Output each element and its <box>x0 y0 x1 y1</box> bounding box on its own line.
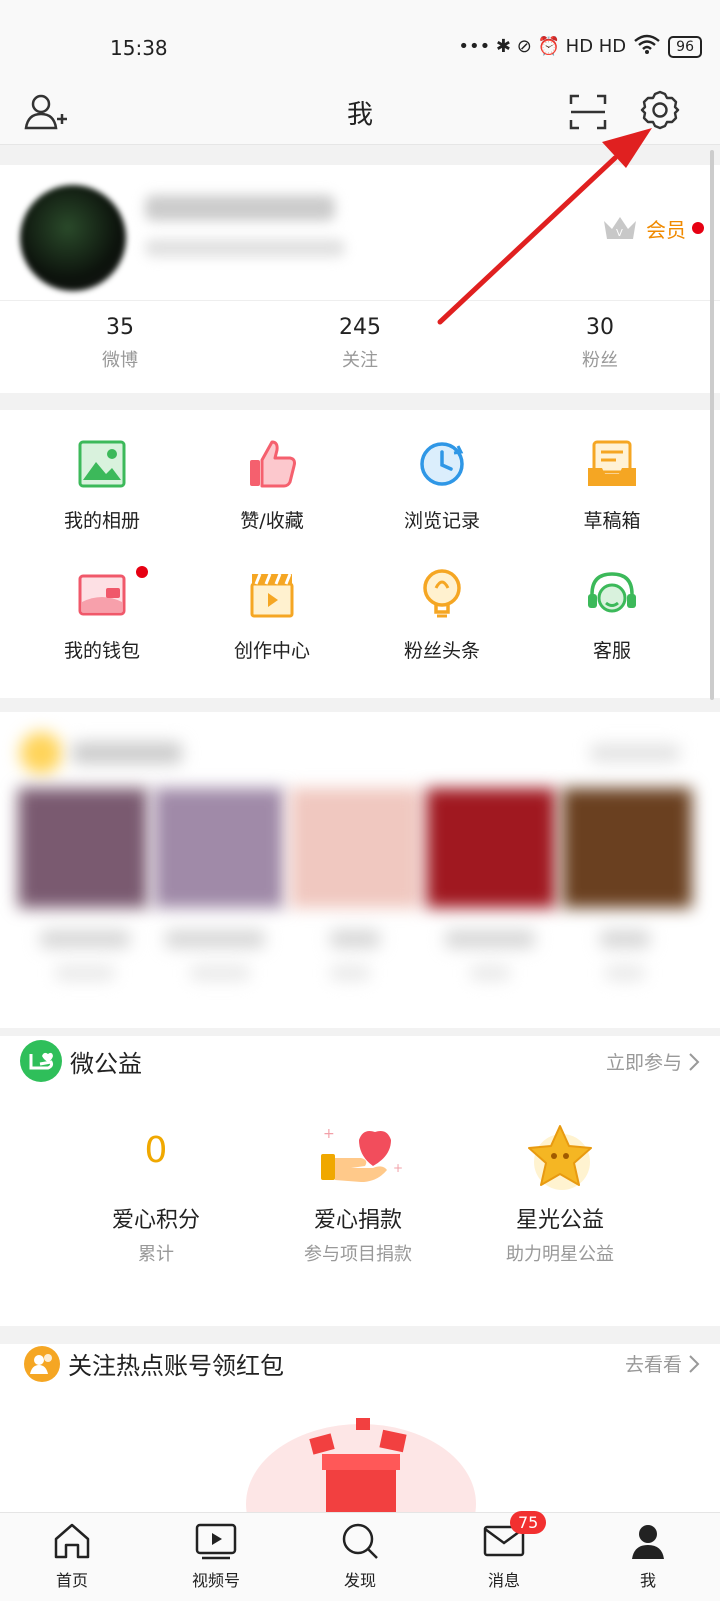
grid-label: 赞/收藏 <box>240 510 304 532</box>
charity-item-sub: 参与项目捐款 <box>304 1244 412 1265</box>
charity-item-title: 爱心捐款 <box>313 1208 402 1233</box>
red-packet-link-label: 去看看 <box>624 1354 682 1376</box>
user-bio-blurred <box>145 239 345 257</box>
settings-gear-icon[interactable] <box>636 86 684 134</box>
charity-logo-icon <box>20 1040 62 1082</box>
grid-item-history[interactable]: 浏览记录 <box>352 436 532 533</box>
charity-star[interactable]: 星光公益 助力明星公益 <box>460 1118 660 1266</box>
grid-item-fan-headline[interactable]: 粉丝头条 <box>352 566 532 663</box>
search-icon <box>342 1523 378 1559</box>
stats-row: 35 微博 245 关注 30 粉丝 <box>0 300 720 393</box>
grid-item-album[interactable]: 我的相册 <box>12 436 192 533</box>
charity-item-title: 星光公益 <box>515 1208 604 1233</box>
vip-label: 会员 <box>646 217 686 242</box>
clapperboard-icon <box>244 566 300 622</box>
charity-card: 微公益 立即参与 0 爱心积分 累计 + + 爱心捐款 参与项目捐款 星光公益 助… <box>0 1036 720 1326</box>
stat-number: 245 <box>339 315 381 340</box>
feature-grid: 我的相册 赞/收藏 浏览记录 草稿箱 我的钱包 创作中心 粉丝头条 客服 <box>0 410 720 698</box>
grid-label: 我的钱包 <box>63 640 140 662</box>
stat-following[interactable]: 245 关注 <box>240 315 480 372</box>
charity-join-link[interactable]: 立即参与 <box>606 1048 700 1075</box>
red-packet-link[interactable]: 去看看 <box>625 1350 700 1377</box>
charity-points-value: 0 <box>144 1130 168 1171</box>
scan-icon[interactable] <box>564 88 612 136</box>
tab-discover[interactable]: 发现 <box>288 1521 432 1591</box>
vip-entry[interactable]: V 会员 <box>600 213 704 243</box>
grid-label: 草稿箱 <box>583 510 641 532</box>
svg-text:V: V <box>616 228 623 239</box>
charity-points[interactable]: 0 爱心积分 累计 <box>56 1130 256 1266</box>
tab-label: 视频号 <box>191 1571 240 1590</box>
photo-album-icon <box>74 436 130 492</box>
charity-link-label: 立即参与 <box>605 1052 682 1074</box>
status-time: 15:38 <box>110 36 168 60</box>
follow-users-icon <box>24 1346 60 1382</box>
status-indicators: ••• ✱ ⊘ ⏰ HD HD <box>458 36 627 57</box>
wifi-icon <box>634 34 660 59</box>
tab-label: 发现 <box>343 1571 376 1590</box>
username-blurred <box>145 195 335 221</box>
unread-badge: 75 <box>510 1511 547 1534</box>
status-icons: ••• ✱ ⊘ ⏰ HD HD 96 <box>458 34 702 59</box>
tab-video[interactable]: 视频号 <box>144 1521 288 1591</box>
bottom-nav: 首页 视频号 发现 消息 75 我 <box>0 1511 720 1601</box>
page-title: 我 <box>346 100 373 130</box>
grid-label: 粉丝头条 <box>403 640 480 662</box>
charity-title: 微公益 <box>70 1050 142 1078</box>
profile-card[interactable]: V 会员 <box>0 165 720 300</box>
tab-label: 消息 <box>487 1571 520 1590</box>
headset-icon <box>584 566 640 622</box>
heart-hand-icon: + + <box>258 1118 458 1202</box>
grid-label: 浏览记录 <box>403 510 480 532</box>
tab-messages[interactable]: 消息 75 <box>432 1511 576 1591</box>
red-packet-title: 关注热点账号领红包 <box>68 1352 284 1380</box>
charity-item-title: 爱心积分 <box>111 1208 200 1233</box>
battery-indicator: 96 <box>668 35 702 58</box>
notification-dot <box>692 222 704 234</box>
crown-icon: V <box>604 217 636 239</box>
scrollbar[interactable] <box>710 150 714 700</box>
charity-donate[interactable]: + + 爱心捐款 参与项目捐款 <box>258 1118 458 1266</box>
stat-label: 微博 <box>102 350 138 371</box>
grid-item-creator[interactable]: 创作中心 <box>182 566 362 663</box>
profile-icon <box>632 1525 664 1559</box>
stat-weibo[interactable]: 35 微博 <box>0 315 240 372</box>
grid-item-drafts[interactable]: 草稿箱 <box>522 436 702 533</box>
stat-number: 30 <box>586 315 614 340</box>
grid-item-likes[interactable]: 赞/收藏 <box>182 436 362 533</box>
charity-item-sub: 助力明星公益 <box>506 1244 614 1265</box>
stat-followers[interactable]: 30 粉丝 <box>480 315 720 372</box>
grid-label: 我的相册 <box>63 510 140 532</box>
thumbs-up-icon <box>244 436 300 492</box>
drafts-tray-icon <box>584 436 640 492</box>
svg-text:+: + <box>323 1126 335 1142</box>
grid-item-support[interactable]: 客服 <box>522 566 702 663</box>
red-packet-illustration[interactable] <box>246 1414 476 1584</box>
grid-item-wallet[interactable]: 我的钱包 <box>12 566 192 663</box>
stat-label: 粉丝 <box>582 350 618 371</box>
top-bar: 我 <box>0 80 720 145</box>
video-icon <box>195 1523 237 1560</box>
tab-label: 首页 <box>55 1571 88 1590</box>
blurred-recommendation-card[interactable] <box>0 712 720 1028</box>
svg-text:+: + <box>393 1161 403 1175</box>
stat-label: 关注 <box>342 350 378 371</box>
star-icon <box>460 1118 660 1202</box>
grid-label: 创作中心 <box>233 640 310 662</box>
status-bar: 15:38 ••• ✱ ⊘ ⏰ HD HD 96 <box>0 0 720 80</box>
charity-item-sub: 累计 <box>138 1244 174 1265</box>
avatar[interactable] <box>20 185 126 291</box>
wallet-icon <box>74 566 130 622</box>
stat-number: 35 <box>106 315 134 340</box>
tab-home[interactable]: 首页 <box>0 1521 144 1591</box>
chevron-right-icon <box>689 1052 700 1071</box>
wallet-notification-dot <box>136 566 148 578</box>
history-clock-icon <box>414 436 470 492</box>
lightbulb-icon <box>414 566 470 622</box>
tab-label: 我 <box>639 1571 656 1590</box>
grid-label: 客服 <box>592 640 631 662</box>
chevron-right-icon <box>689 1354 700 1373</box>
home-icon <box>54 1523 90 1559</box>
tab-me[interactable]: 我 <box>576 1521 720 1591</box>
